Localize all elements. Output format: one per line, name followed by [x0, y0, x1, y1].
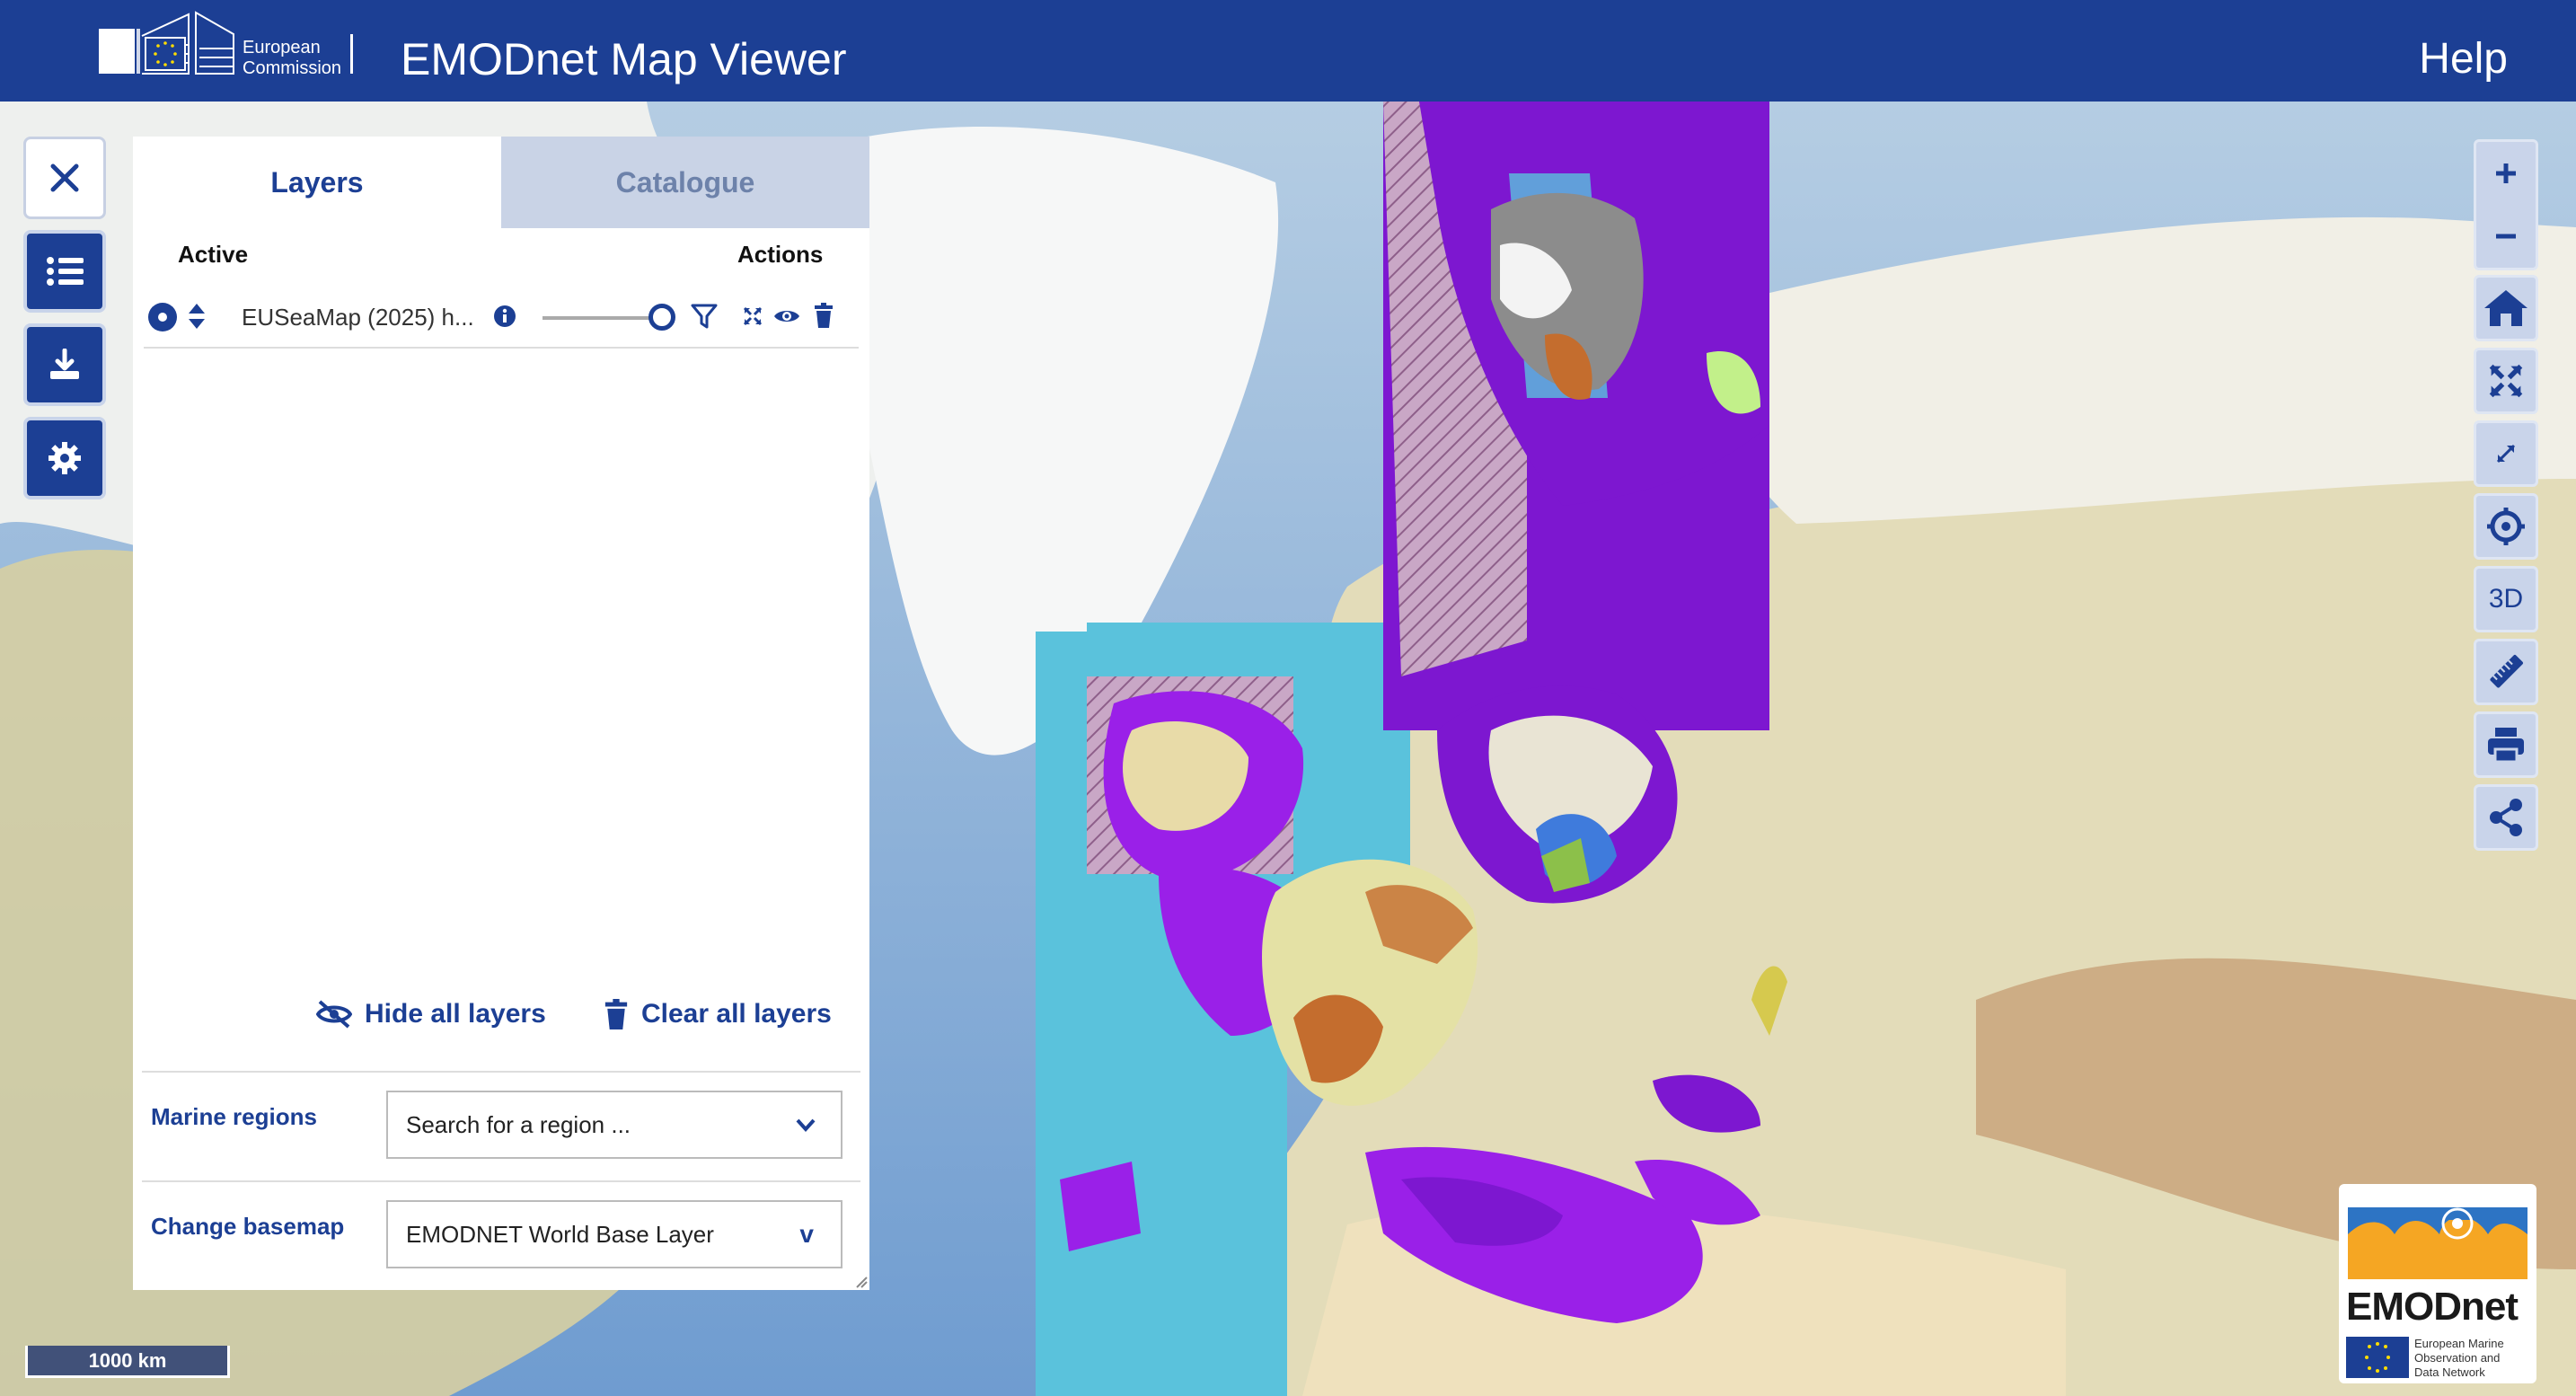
hide-all-label: Hide all layers — [365, 999, 546, 1029]
opacity-slider-thumb[interactable] — [648, 304, 675, 331]
layers-panel: Layers Catalogue Active Actions EUSeaMap… — [133, 137, 869, 1290]
zoom-out-icon — [2496, 234, 2516, 239]
basemap-value: EMODNET World Base Layer — [406, 1220, 714, 1248]
measure-button[interactable] — [2474, 639, 2538, 705]
emodnet-subtitle-line-3: Data Network — [2414, 1365, 2485, 1379]
basemap-select[interactable]: EMODNET World Base Layer v — [386, 1200, 842, 1268]
download-icon — [50, 349, 79, 379]
marine-region-select[interactable]: Search for a region ... — [386, 1091, 842, 1159]
resize-grip-icon[interactable] — [853, 1274, 868, 1288]
expand-icon — [743, 306, 763, 326]
emodnet-subtitle-line-1: European Marine — [2414, 1337, 2504, 1350]
3d-label: 3D — [2488, 584, 2524, 614]
org-line-2: Commission — [243, 58, 342, 78]
basemap-chevron: v — [799, 1220, 814, 1248]
tab-catalogue[interactable]: Catalogue — [501, 137, 869, 228]
app-title: EMODnet Map Viewer — [401, 34, 847, 84]
layer-zoom-to-button[interactable] — [742, 305, 763, 327]
download-button[interactable] — [23, 323, 106, 406]
layer-info-button[interactable] — [492, 304, 517, 329]
layer-name[interactable]: EUSeaMap (2025) h... — [242, 304, 474, 331]
clear-all-layers-button[interactable]: Clear all layers — [604, 999, 832, 1029]
hide-all-layers-button[interactable]: Hide all layers — [316, 999, 546, 1029]
layer-visibility-button[interactable] — [772, 305, 801, 327]
eye-icon — [774, 311, 799, 322]
eye-slash-icon — [316, 1000, 352, 1029]
filter-icon — [691, 304, 718, 329]
actions-column-header: Actions — [737, 241, 824, 268]
emodnet-subtitle-line-2: Observation and — [2414, 1351, 2501, 1365]
settings-button[interactable] — [23, 417, 106, 499]
panel-divider — [142, 1071, 860, 1073]
zoom-in-button[interactable] — [2494, 142, 2518, 205]
emodnet-wave-graphic — [2348, 1207, 2527, 1279]
list-icon — [47, 257, 84, 286]
info-icon — [494, 305, 516, 327]
3d-view-button[interactable]: 3D — [2474, 566, 2538, 632]
european-commission-label: European Commission — [243, 38, 341, 79]
fullscreen-icon — [2496, 444, 2516, 464]
zoom-in-icon — [2496, 163, 2516, 183]
print-icon — [2488, 728, 2524, 764]
layer-row: EUSeaMap (2025) h... — [144, 286, 859, 349]
active-column-header: Active — [178, 241, 249, 268]
share-icon — [2490, 799, 2522, 836]
zoom-controls — [2474, 139, 2538, 270]
layer-active-radio[interactable] — [147, 302, 178, 332]
full-extent-button[interactable] — [2474, 348, 2538, 414]
home-button[interactable] — [2474, 275, 2538, 341]
eu-flag-icon — [2346, 1337, 2409, 1378]
emodnet-wordmark: EMODnet — [2346, 1285, 2519, 1329]
share-button[interactable] — [2474, 784, 2538, 851]
close-icon — [50, 163, 79, 192]
radio-selected-icon — [148, 303, 177, 331]
panel-divider — [142, 1180, 860, 1182]
home-icon — [2484, 290, 2527, 326]
zoom-out-button[interactable] — [2494, 205, 2518, 268]
chevron-down-icon — [796, 1118, 816, 1132]
scale-bar: 1000 km — [25, 1346, 230, 1378]
header-separator — [350, 34, 353, 74]
clear-all-label: Clear all layers — [641, 999, 832, 1029]
trash-icon — [815, 303, 833, 328]
tab-layers[interactable]: Layers — [133, 137, 501, 228]
help-link[interactable]: Help — [2419, 32, 2508, 86]
org-line-1: European — [243, 38, 321, 57]
marine-region-placeholder: Search for a region ... — [406, 1110, 631, 1138]
fullscreen-button[interactable] — [2474, 420, 2538, 487]
locate-button[interactable] — [2474, 493, 2538, 560]
emodnet-logo: EMODnet European Marine Observation and … — [2339, 1184, 2536, 1383]
emodnet-subtitle: European Marine Observation and Data Net… — [2414, 1337, 2504, 1380]
full-extent-icon — [2489, 364, 2523, 398]
trash-icon — [604, 999, 628, 1029]
print-button[interactable] — [2474, 711, 2538, 778]
ruler-icon — [2490, 655, 2523, 688]
locate-icon — [2487, 508, 2525, 545]
layer-filter-button[interactable] — [690, 302, 719, 331]
layer-delete-button[interactable] — [812, 302, 835, 329]
gear-icon — [49, 442, 81, 474]
change-basemap-label: Change basemap — [151, 1213, 345, 1240]
layer-reorder-handle[interactable] — [187, 300, 207, 332]
layers-list-button[interactable] — [23, 230, 106, 313]
header-bar: European Commission EMODnet Map Viewer H… — [0, 0, 2576, 102]
sort-icon — [189, 304, 205, 329]
close-panel-button[interactable] — [23, 137, 106, 219]
opacity-slider-track[interactable] — [543, 316, 665, 320]
marine-regions-label: Marine regions — [151, 1103, 317, 1130]
